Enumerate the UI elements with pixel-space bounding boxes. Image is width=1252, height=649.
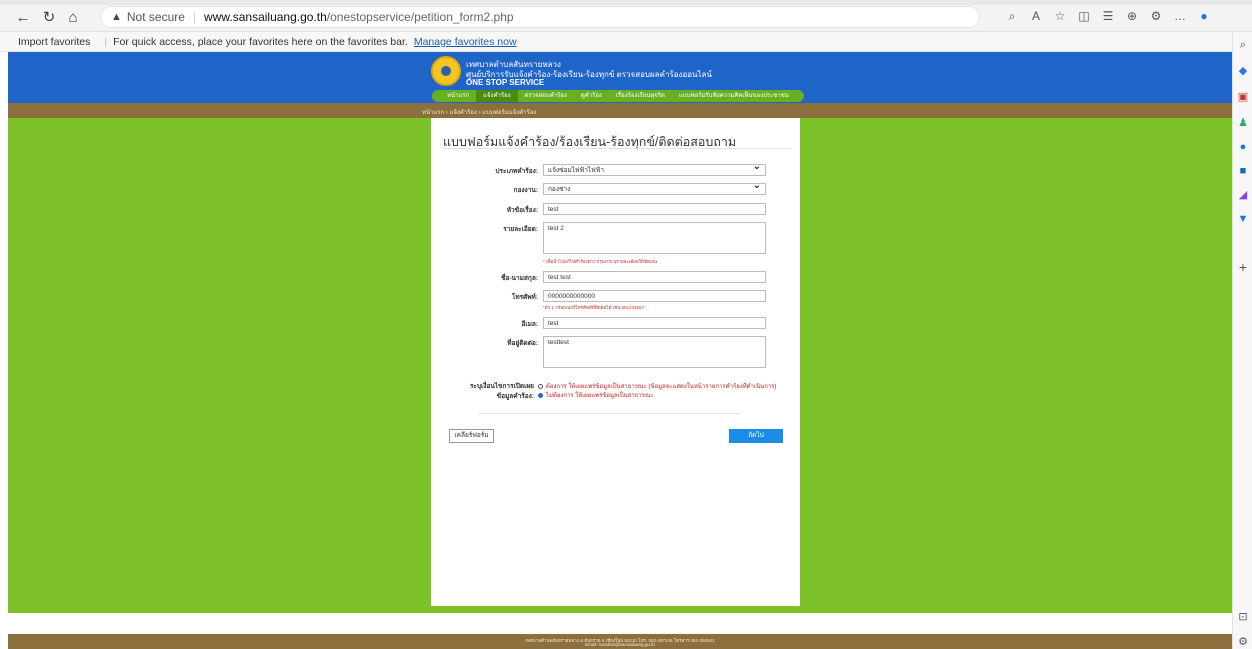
radio-yes[interactable] (538, 383, 543, 389)
manage-favorites-link[interactable]: Manage favorites now (414, 36, 517, 48)
games-icon[interactable]: ♟ (1233, 116, 1252, 130)
phone-label: โทรศัพท์: (511, 294, 538, 301)
subject-label: หัวข้อเรื่อง: (506, 207, 538, 214)
division-label: กองงาน: (513, 187, 538, 194)
favorites-hint: For quick access, place your favorites h… (113, 35, 408, 48)
email-label: อีเมล: (521, 321, 538, 328)
subject-input[interactable]: test (543, 203, 766, 215)
webpage: เทศบาลตำบลสันทรายหลวง ศูนย์บริการรับแจ้ง… (8, 52, 1232, 649)
division-select[interactable]: กองช่าง (543, 180, 766, 195)
footer-spacer (8, 613, 1232, 634)
copilot-icon[interactable]: ● (1192, 9, 1216, 24)
address-textarea[interactable]: testtest (543, 336, 766, 368)
browser-toolbar: ← ↻ ⌂ ▲ Not secure | www.sansailuang.go.… (0, 0, 1252, 32)
favorites-divider: | (104, 35, 108, 48)
tab-strip (0, 0, 1252, 5)
name-input[interactable]: test test (543, 271, 766, 283)
clear-form-button[interactable]: เคลียร์ฟอร์ม (449, 429, 494, 443)
add-icon[interactable]: + (1233, 260, 1252, 274)
tools-icon[interactable]: ▣ (1233, 90, 1252, 104)
detail-textarea[interactable]: test 2 (543, 222, 766, 254)
email-input[interactable]: test (543, 317, 766, 329)
publish-option-no[interactable]: ไม่ต้องการ ให้เผยแพร่ข้อมูลเป็นสาธารณะ (538, 390, 654, 400)
url-host: www.sansailuang.go.th (204, 10, 327, 24)
warning-icon: ▲ (111, 11, 122, 23)
phone-note: *ตัว 1 กรอกเบอร์โทรศัพท์ที่ติดต่อได้ เช่… (543, 305, 645, 310)
next-button[interactable]: ถัดไป (729, 429, 783, 443)
main-nav: หน้าแรก แจ้งคำร้อง ตรวจสอบคำร้อง ดูคำร้อ… (432, 90, 804, 102)
drop-icon[interactable]: ▼ (1233, 212, 1252, 226)
nav-corruption[interactable]: เรื่องร้องเรียนทุจริต (609, 90, 672, 102)
municipal-logo[interactable] (431, 56, 461, 86)
zoom-icon[interactable]: ⌕ (1000, 9, 1024, 24)
shopping-icon[interactable]: ◆ (1233, 64, 1252, 78)
address-separator: | (192, 10, 197, 24)
detail-note: * เพื่อนำไปแก้ไขคำร้องต่าง กรุณาระบุรายล… (543, 259, 658, 264)
nav-view-petition[interactable]: ดูคำร้อง (574, 90, 609, 102)
title-divider (443, 148, 792, 149)
favorites-bar: Import favorites | For quick access, pla… (0, 32, 1232, 52)
type-label: ประเภทคำร้อง: (495, 168, 538, 175)
favorites-icon[interactable]: ☰ (1096, 9, 1120, 24)
microsoft365-icon[interactable]: ● (1233, 140, 1252, 154)
favorite-star-icon[interactable]: ☆ (1048, 9, 1072, 24)
breadcrumb-bar (8, 103, 1232, 118)
nav-check-petition[interactable]: ตรวจสอบคำร้อง (518, 90, 574, 102)
form-card: แบบฟอร์มแจ้งคำร้อง/ร้องเรียน-ร้องทุกข์/ต… (431, 118, 800, 606)
refresh-icon[interactable]: ↻ (40, 9, 58, 27)
service-name: ONE STOP SERVICE (466, 78, 545, 87)
search-icon[interactable]: ⌕ (1233, 38, 1252, 52)
name-label: ชื่อ-นามสกุล: (501, 275, 538, 282)
split-screen-icon[interactable]: ◫ (1072, 9, 1096, 24)
breadcrumb[interactable]: หน้าแรก › แจ้งคำร้อง › แบบฟอร์มแจ้งคำร้อ… (422, 107, 536, 117)
not-secure-label: Not secure (126, 10, 185, 24)
nav-feedback-form[interactable]: แบบฟอร์มรับฟังความคิดเห็นของประชาชน (672, 90, 796, 102)
toolbar-icons: ⌕ A ☆ ◫ ☰ ⊕ ⚙ … ● (1000, 9, 1216, 24)
radio-no[interactable] (538, 392, 543, 398)
publish-label: ระบุเงื่อนไขการเปิดเผยข้อมูลคำร้อง: (469, 383, 534, 400)
read-aloud-icon[interactable]: A (1024, 9, 1048, 24)
home-icon[interactable]: ⌂ (64, 9, 82, 27)
nav-submit-petition[interactable]: แจ้งคำร้อง (476, 90, 518, 102)
url-path: /onestopservice/petition_form2.php (326, 10, 514, 24)
publish-option-no-label: ไม่ต้องการ ให้เผยแพร่ข้อมูลเป็นสาธารณะ (546, 393, 654, 399)
footer-email[interactable]: Email: saraban@sansailuang.go.th (8, 642, 1232, 647)
edge-sidebar: ⌕ ◆ ▣ ♟ ● ■ ◢ ▼ + ⊡ ⚙ (1232, 32, 1252, 649)
address-bar[interactable]: ▲ Not secure | www.sansailuang.go.th /on… (100, 6, 980, 28)
address-label: ที่อยู่ติดต่อ: (507, 340, 538, 347)
extensions-icon[interactable]: ⚙ (1144, 9, 1168, 24)
phone-input[interactable]: 0000000000000 (543, 290, 766, 302)
form-title: แบบฟอร์มแจ้งคำร้อง/ร้องเรียน-ร้องทุกข์/ต… (443, 135, 737, 149)
collections-icon[interactable]: ⊕ (1120, 9, 1144, 24)
settings-icon[interactable]: ⚙ (1233, 635, 1252, 649)
back-icon[interactable]: ← (14, 9, 32, 27)
outlook-icon[interactable]: ■ (1233, 164, 1252, 178)
nav-home[interactable]: หน้าแรก (440, 90, 476, 102)
type-select[interactable]: แจ้งซ่อมไฟฟ้าไฟฟ้า (543, 161, 766, 176)
more-icon[interactable]: … (1168, 9, 1192, 24)
detail-label: รายละเอียด: (503, 226, 538, 233)
screenshot-icon[interactable]: ⊡ (1233, 610, 1252, 624)
form-divider (478, 413, 740, 414)
import-favorites[interactable]: Import favorites (18, 36, 90, 48)
designer-icon[interactable]: ◢ (1233, 188, 1252, 202)
